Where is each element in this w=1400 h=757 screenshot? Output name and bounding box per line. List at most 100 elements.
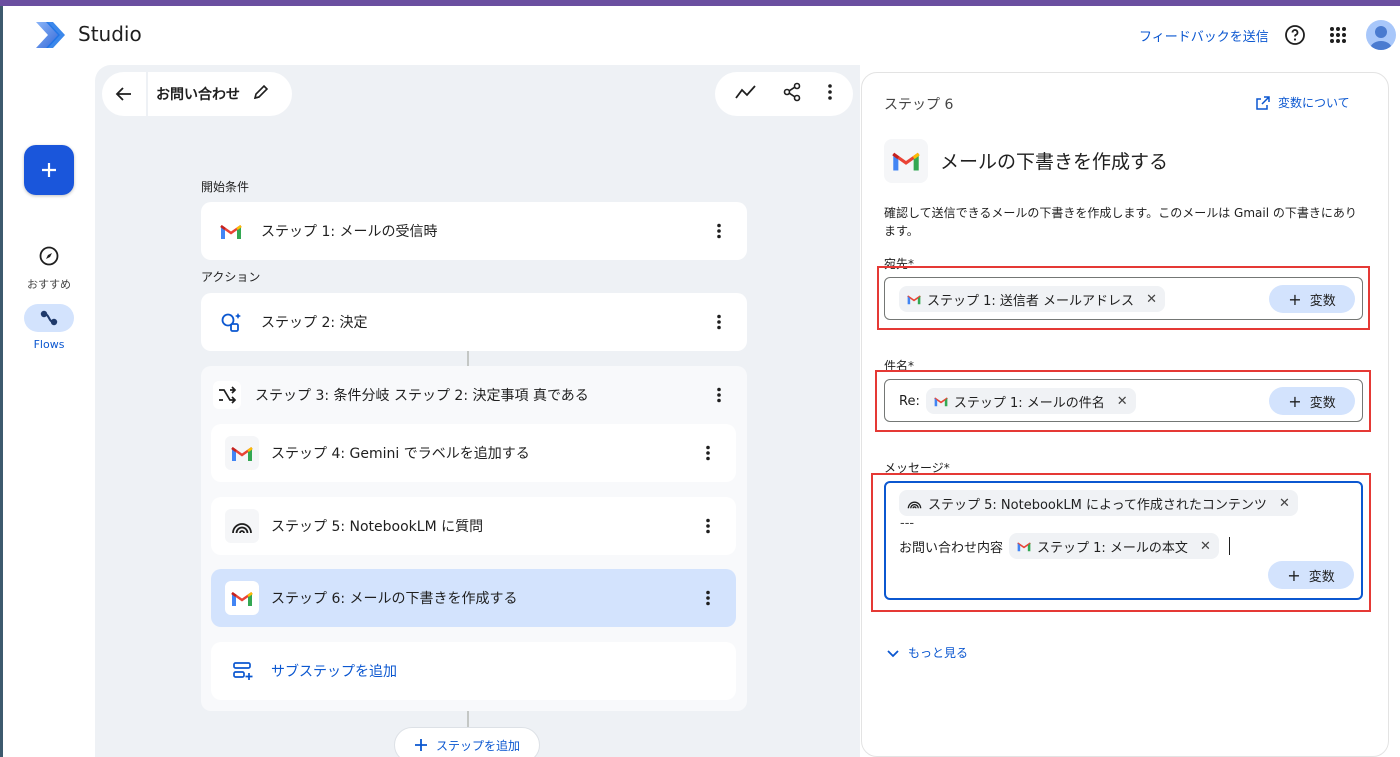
message-chip-2-label: ステップ 1: メールの本文	[1037, 540, 1188, 556]
step-4-menu-icon[interactable]	[698, 443, 718, 463]
step-card-5[interactable]: ステップ 5: NotebookLM に質問	[211, 497, 736, 555]
variable-button-label: 変数	[1309, 395, 1336, 411]
message-separator: ---	[900, 516, 915, 531]
add-step-button[interactable]: ステップを追加	[394, 727, 540, 757]
gmail-icon	[907, 294, 921, 304]
step-card-3[interactable]: ステップ 3: 条件分岐 ステップ 2: 決定事項 真である	[201, 366, 747, 424]
to-field[interactable]: ステップ 1: 送信者 メールアドレス ✕ + 変数	[884, 277, 1363, 320]
step-1-label: ステップ 1: メールの受信時	[261, 224, 438, 240]
step-card-6-selected[interactable]: ステップ 6: メールの下書きを作成する	[211, 569, 736, 627]
flow-title-bar: お問い合わせ	[102, 72, 292, 116]
subject-chip-label: ステップ 1: メールの件名	[953, 395, 1105, 411]
panel-title: メールの下書きを作成する	[940, 151, 1169, 173]
add-substep-button[interactable]: サブステップを追加	[211, 642, 736, 700]
step-4-label: ステップ 4: Gemini でラベルを追加する	[271, 446, 530, 462]
connector-line	[467, 711, 469, 727]
gmail-icon	[225, 436, 259, 470]
plus-icon: +	[1288, 391, 1302, 411]
actions-label: アクション	[201, 270, 261, 284]
close-icon[interactable]: ✕	[1117, 394, 1128, 409]
plus-icon: +	[1288, 289, 1302, 309]
message-field[interactable]: ステップ 5: NotebookLM によって作成されたコンテンツ ✕ --- …	[884, 481, 1363, 600]
edit-pencil-icon[interactable]	[252, 83, 270, 105]
gmail-icon	[934, 396, 948, 406]
app-name: Studio	[78, 22, 142, 46]
branch-icon	[213, 381, 241, 409]
rail-item-flows[interactable]: Flows	[14, 304, 84, 351]
account-avatar[interactable]	[1366, 20, 1396, 50]
close-icon[interactable]: ✕	[1200, 539, 1211, 554]
studio-logo-icon	[36, 22, 65, 48]
step-2-menu-icon[interactable]	[709, 312, 729, 332]
variable-chip[interactable]: ステップ 1: メールの件名 ✕	[925, 388, 1136, 414]
panel-description: 確認して送信できるメールの下書きを作成します。このメールは Gmail の下書き…	[884, 206, 1357, 238]
variable-chip[interactable]: ステップ 1: メールの本文 ✕	[1009, 533, 1219, 559]
add-substep-label: サブステップを追加	[271, 664, 397, 680]
variable-button-label: 変数	[1308, 569, 1335, 585]
add-step-label: ステップを追加	[435, 738, 520, 753]
notebooklm-icon	[225, 509, 259, 543]
plus-icon	[414, 739, 427, 751]
step-3-label: ステップ 3: 条件分岐 ステップ 2: 決定事項 真である	[255, 388, 589, 404]
share-icon[interactable]	[782, 82, 802, 106]
gmail-icon	[225, 581, 259, 615]
variables-help-label: 変数について	[1278, 96, 1350, 110]
gmail-icon	[1017, 541, 1031, 551]
step-card-2[interactable]: ステップ 2: 決定	[201, 293, 747, 351]
plus-icon: +	[1287, 565, 1301, 585]
text-cursor	[1228, 537, 1230, 555]
gmail-icon	[884, 139, 928, 183]
subject-prefix: Re:	[899, 393, 920, 409]
feedback-link[interactable]: フィードバックを送信	[1139, 26, 1269, 45]
step-card-1[interactable]: ステップ 1: メールの受信時	[201, 202, 747, 260]
chevron-down-icon	[887, 649, 899, 657]
add-substep-icon	[229, 657, 257, 685]
back-arrow-icon[interactable]	[102, 72, 146, 116]
start-conditions-label: 開始条件	[201, 180, 250, 194]
canvas-toolbar	[715, 72, 853, 116]
decision-icon	[217, 308, 245, 336]
step-5-label: ステップ 5: NotebookLM に質問	[271, 519, 484, 535]
variable-button-label: 変数	[1309, 293, 1336, 309]
step-6-label: ステップ 6: メールの下書きを作成する	[271, 591, 518, 607]
panel-step-label: ステップ 6	[884, 97, 954, 113]
notebooklm-icon	[907, 500, 922, 508]
variable-chip[interactable]: ステップ 5: NotebookLM によって作成されたコンテンツ ✕	[899, 490, 1298, 516]
message-body-text: お問い合わせ内容	[899, 540, 1004, 556]
message-chip-1-label: ステップ 5: NotebookLM によって作成されたコンテンツ	[928, 497, 1267, 513]
subject-field[interactable]: Re: ステップ 1: メールの件名 ✕ + 変数	[884, 379, 1363, 422]
step-1-menu-icon[interactable]	[709, 221, 729, 241]
rail-label-flows: Flows	[33, 338, 65, 351]
show-more-link[interactable]: もっと見る	[886, 644, 968, 661]
activity-chart-icon[interactable]	[735, 84, 757, 104]
more-vert-icon[interactable]	[827, 83, 833, 105]
close-icon[interactable]: ✕	[1279, 496, 1290, 511]
step-5-menu-icon[interactable]	[698, 516, 718, 536]
add-variable-button[interactable]: + 変数	[1269, 285, 1355, 313]
variables-help-link[interactable]: 変数について	[1256, 94, 1350, 111]
add-variable-button[interactable]: + 変数	[1268, 561, 1354, 589]
app-header: Studio フィードバックを送信	[3, 6, 1400, 64]
step-2-label: ステップ 2: 決定	[261, 315, 368, 331]
flow-title: お問い合わせ	[156, 87, 240, 103]
variable-chip[interactable]: ステップ 1: 送信者 メールアドレス ✕	[899, 286, 1165, 312]
connector-line	[467, 351, 469, 366]
window-left-edge	[0, 6, 3, 757]
show-more-label: もっと見る	[908, 646, 969, 660]
close-icon[interactable]: ✕	[1146, 292, 1157, 307]
to-chip-label: ステップ 1: 送信者 メールアドレス	[927, 293, 1135, 309]
add-variable-button[interactable]: + 変数	[1269, 387, 1355, 415]
new-flow-button[interactable]	[24, 145, 74, 195]
rail-label-recommended: おすすめ	[27, 278, 71, 291]
compass-icon	[24, 242, 74, 270]
apps-grid-icon[interactable]	[1325, 22, 1351, 48]
step-card-4[interactable]: ステップ 4: Gemini でラベルを追加する	[211, 424, 736, 482]
rail-item-recommended[interactable]: おすすめ	[14, 242, 84, 292]
plus-icon	[42, 163, 56, 177]
gmail-icon	[217, 217, 245, 245]
step-3-menu-icon[interactable]	[709, 385, 729, 405]
step-6-menu-icon[interactable]	[698, 588, 718, 608]
flows-icon	[24, 304, 74, 332]
help-icon[interactable]	[1282, 22, 1308, 48]
open-in-new-icon	[1256, 95, 1270, 110]
